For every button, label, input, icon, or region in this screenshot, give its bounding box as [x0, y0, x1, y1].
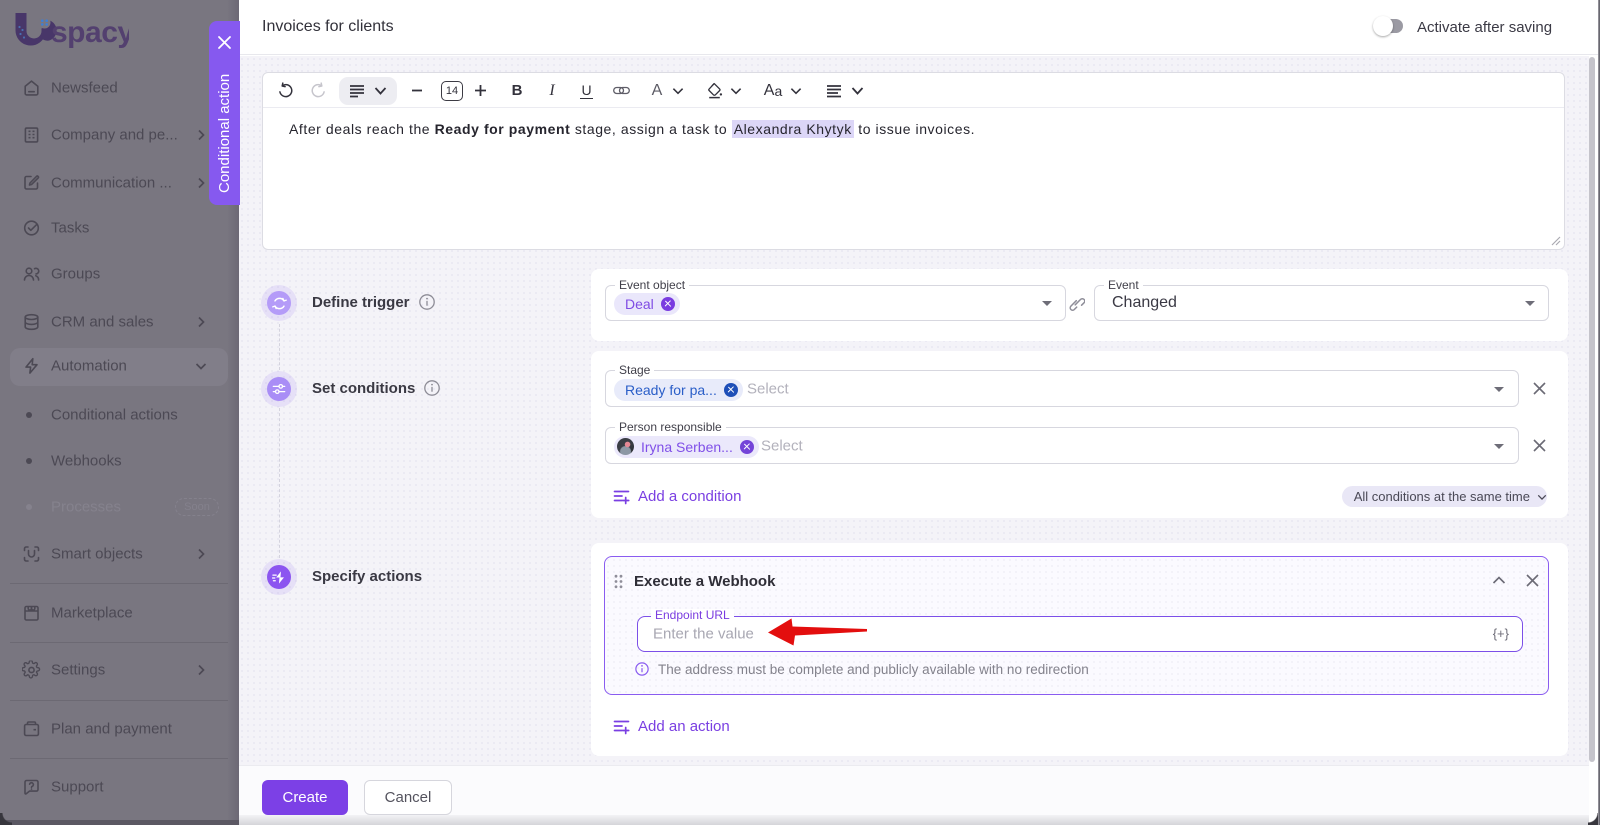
svg-text:spacy: spacy	[51, 16, 129, 49]
